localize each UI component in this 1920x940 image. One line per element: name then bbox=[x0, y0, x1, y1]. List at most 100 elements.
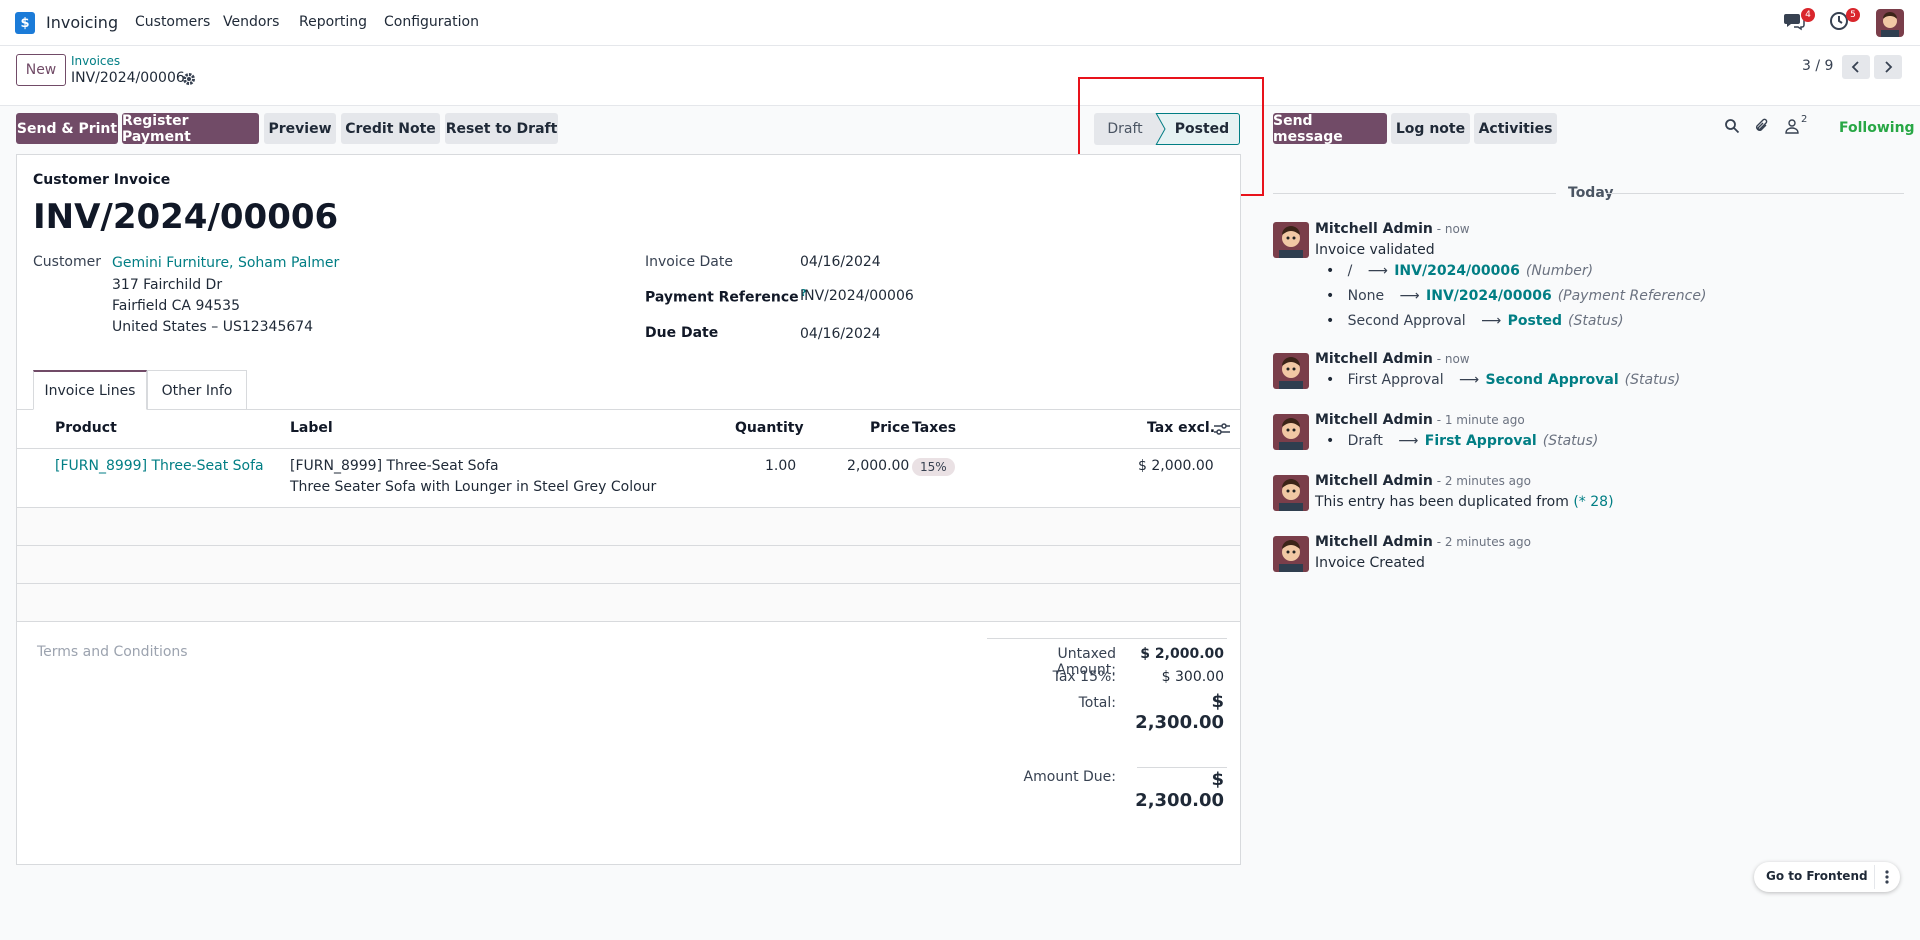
message-body: This entry has been duplicated from bbox=[1315, 494, 1574, 510]
breadcrumb-invoices[interactable]: Invoices bbox=[71, 54, 120, 68]
tracking-old: / bbox=[1347, 263, 1353, 279]
arrow-right-icon: ⟶ bbox=[1399, 288, 1420, 304]
message-time: - 2 minutes ago bbox=[1432, 535, 1531, 549]
invoice-date-label: Invoice Date bbox=[645, 254, 733, 270]
arrow-right-icon: ⟶ bbox=[1459, 372, 1480, 388]
total-value: $ 2,300.00 bbox=[1135, 691, 1224, 733]
duplicated-from-link[interactable]: (* 28) bbox=[1573, 494, 1613, 510]
message-author[interactable]: Mitchell Admin bbox=[1315, 473, 1433, 489]
tracking-new: Second Approval bbox=[1485, 372, 1619, 388]
date-separator-line bbox=[1273, 193, 1556, 194]
untaxed-amount-value: $ 2,000.00 bbox=[1140, 646, 1224, 662]
avatar[interactable] bbox=[1273, 536, 1309, 572]
col-quantity[interactable]: Quantity bbox=[735, 420, 804, 436]
menu-configuration[interactable]: Configuration bbox=[384, 14, 479, 30]
paperclip-icon[interactable] bbox=[1754, 118, 1772, 136]
tracking-field: (Payment Reference) bbox=[1557, 288, 1707, 304]
menu-customers[interactable]: Customers bbox=[135, 14, 210, 30]
message-author[interactable]: Mitchell Admin bbox=[1315, 412, 1433, 428]
tab-invoice-lines[interactable]: Invoice Lines bbox=[33, 370, 147, 410]
col-taxes[interactable]: Taxes bbox=[912, 420, 956, 436]
avatar[interactable] bbox=[1273, 414, 1309, 450]
date-separator-line bbox=[1606, 193, 1904, 194]
message-author[interactable]: Mitchell Admin bbox=[1315, 351, 1433, 367]
tracking-field: (Status) bbox=[1542, 433, 1599, 449]
line-subtotal: $ 2,000.00 bbox=[1138, 458, 1214, 474]
tracking-old: Second Approval bbox=[1347, 313, 1466, 329]
tracking-item: • Draft ⟶ First Approval (Status) bbox=[1326, 433, 1599, 449]
tracking-item: • First Approval ⟶ Second Approval (Statu… bbox=[1326, 372, 1681, 388]
message-author[interactable]: Mitchell Admin bbox=[1315, 534, 1433, 550]
arrow-right-icon: ⟶ bbox=[1398, 433, 1419, 449]
line-product[interactable]: [FURN_8999] Three-Seat Sofa bbox=[55, 458, 264, 474]
go-to-frontend-button[interactable]: Go to Frontend bbox=[1766, 869, 1868, 883]
tracking-new: INV/2024/00006 bbox=[1426, 288, 1552, 304]
due-date-label: Due Date bbox=[645, 325, 719, 341]
preview-button[interactable]: Preview bbox=[264, 113, 336, 144]
search-icon[interactable] bbox=[1724, 118, 1742, 136]
empty-row[interactable] bbox=[17, 508, 1240, 545]
tracking-new: First Approval bbox=[1424, 433, 1537, 449]
gear-icon[interactable] bbox=[182, 72, 196, 86]
activities-clock-icon[interactable]: 5 bbox=[1828, 8, 1860, 36]
pager-value[interactable]: 3 / 9 bbox=[1802, 58, 1833, 74]
col-product[interactable]: Product bbox=[55, 420, 117, 436]
followers-icon[interactable]: 2 bbox=[1784, 114, 1814, 136]
message-time: - 2 minutes ago bbox=[1432, 474, 1531, 488]
avatar[interactable] bbox=[1273, 222, 1309, 258]
tracking-old: None bbox=[1347, 288, 1385, 304]
app-name[interactable]: Invoicing bbox=[46, 13, 118, 32]
following-button[interactable]: Following bbox=[1839, 120, 1915, 136]
menu-vendors[interactable]: Vendors bbox=[223, 14, 279, 30]
send-print-button[interactable]: Send & Print bbox=[16, 113, 118, 144]
terms-conditions-field[interactable]: Terms and Conditions bbox=[37, 644, 188, 660]
totals-divider bbox=[987, 638, 1227, 639]
tax-value: $ 300.00 bbox=[1161, 669, 1224, 685]
user-avatar[interactable] bbox=[1876, 9, 1904, 37]
payment-reference-label: Payment Reference? bbox=[645, 288, 807, 306]
tracking-field: (Number) bbox=[1525, 263, 1594, 279]
new-button[interactable]: New bbox=[16, 54, 66, 86]
followers-count: 2 bbox=[1801, 114, 1808, 125]
message-author[interactable]: Mitchell Admin bbox=[1315, 221, 1433, 237]
col-tax-excl[interactable]: Tax excl. bbox=[1147, 420, 1215, 436]
pager-next-icon[interactable] bbox=[1874, 55, 1902, 79]
row-divider bbox=[17, 621, 1240, 622]
invoice-date-field[interactable]: 04/16/2024 bbox=[800, 254, 881, 270]
avatar[interactable] bbox=[1273, 353, 1309, 389]
col-price[interactable]: Price bbox=[870, 420, 910, 436]
credit-note-button[interactable]: Credit Note bbox=[341, 113, 440, 144]
messages-icon[interactable]: 4 bbox=[1783, 8, 1815, 36]
tab-other-info[interactable]: Other Info bbox=[147, 370, 247, 410]
pager-previous-icon[interactable] bbox=[1842, 55, 1870, 79]
activities-badge: 5 bbox=[1846, 8, 1860, 22]
col-label[interactable]: Label bbox=[290, 420, 333, 436]
top-navbar: $ Invoicing Customers Vendors Reporting … bbox=[0, 0, 1920, 46]
payment-reference-field[interactable]: INV/2024/00006 bbox=[800, 288, 914, 304]
log-note-button[interactable]: Log note bbox=[1391, 113, 1470, 144]
form-subtitle: Customer Invoice bbox=[33, 172, 171, 188]
avatar[interactable] bbox=[1273, 475, 1309, 511]
reset-to-draft-button[interactable]: Reset to Draft bbox=[445, 113, 558, 144]
menu-reporting[interactable]: Reporting bbox=[299, 14, 367, 30]
total-label: Total: bbox=[1078, 695, 1116, 711]
address-line-3: United States – US12345674 bbox=[112, 319, 314, 335]
optional-columns-icon[interactable] bbox=[1213, 421, 1231, 439]
send-message-button[interactable]: Send message bbox=[1273, 113, 1387, 145]
invoicing-app-icon[interactable]: $ bbox=[15, 12, 35, 34]
empty-row[interactable] bbox=[17, 546, 1240, 583]
customer-link[interactable]: Gemini Furniture, Soham Palmer bbox=[112, 255, 339, 271]
message-body: Invoice Created bbox=[1315, 555, 1425, 571]
tax-badge: 15% bbox=[912, 458, 955, 476]
empty-row[interactable] bbox=[17, 584, 1240, 621]
amount-due-divider bbox=[1137, 767, 1227, 768]
amount-due-value: $ 2,300.00 bbox=[1135, 769, 1224, 811]
due-date-field[interactable]: 04/16/2024 bbox=[800, 326, 881, 342]
kebab-menu-icon[interactable] bbox=[1874, 865, 1898, 889]
line-label-2: Three Seater Sofa with Lounger in Steel … bbox=[290, 479, 657, 495]
breadcrumb-current: INV/2024/00006 bbox=[71, 70, 185, 86]
customer-label: Customer bbox=[33, 254, 102, 270]
activities-button[interactable]: Activities bbox=[1474, 113, 1557, 144]
register-payment-button[interactable]: Register Payment bbox=[122, 113, 259, 145]
tax-label: Tax 15%: bbox=[1052, 669, 1116, 685]
